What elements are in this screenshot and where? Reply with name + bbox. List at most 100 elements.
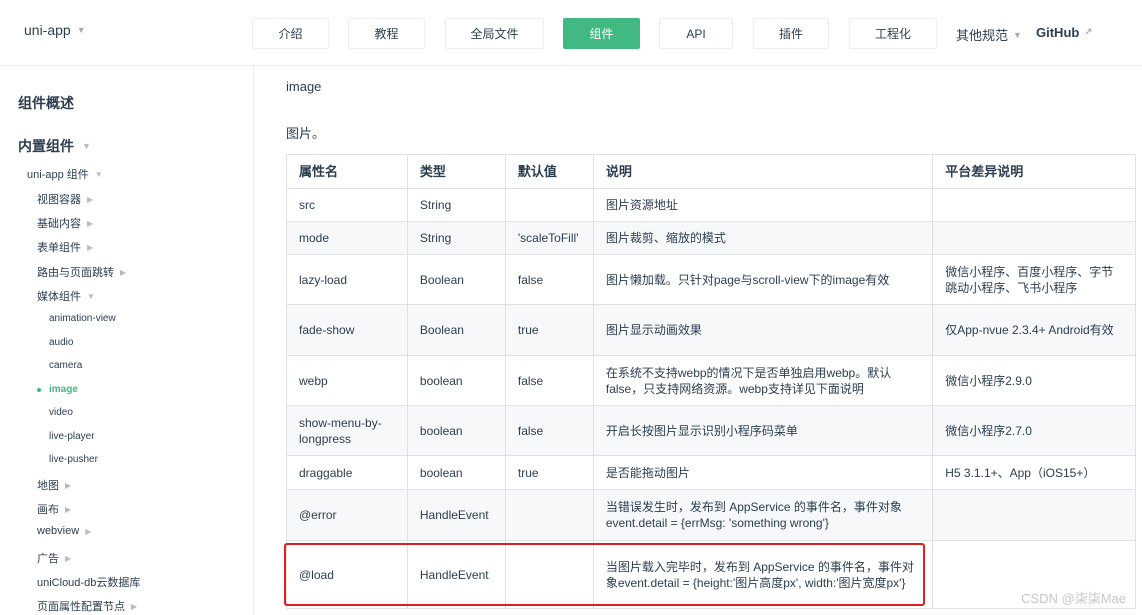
- table-header-row: 属性名 类型 默认值 说明 平台差异说明: [286, 154, 1136, 189]
- cell-platform: 微信小程序2.9.0: [932, 355, 1136, 406]
- chevron-right-icon: ▶: [87, 242, 94, 252]
- table-row: webp boolean false 在系统不支持webp的情况下是否单独启用w…: [286, 355, 1136, 406]
- nav-label: 介绍: [278, 27, 303, 41]
- sidebar-overview[interactable]: 组件概述: [18, 93, 74, 113]
- sidebar-item-video[interactable]: video: [49, 407, 73, 418]
- cell-name: lazy-load: [286, 254, 408, 305]
- cell-description: 图片资源地址: [592, 188, 934, 222]
- sidebar-label: 页面属性配置节点: [37, 601, 125, 613]
- cell-name: src: [286, 188, 408, 222]
- brand-dropdown[interactable]: uni-app ▼: [24, 22, 86, 38]
- cell-description: 图片裁剪、缩放的模式: [592, 221, 934, 255]
- top-navbar: uni-app ▼ 介绍 教程 全局文件 组件 API 插件 工程化 其他规范 …: [0, 0, 1142, 66]
- sidebar-item-live-player[interactable]: live-player: [49, 431, 95, 442]
- table-row: lazy-load Boolean false 图片懒加载。只针对page与sc…: [286, 254, 1136, 305]
- cell-type: String: [406, 221, 506, 255]
- chevron-down-icon: ▼: [94, 169, 103, 179]
- table-row: mode String 'scaleToFill' 图片裁剪、缩放的模式: [286, 221, 1136, 255]
- chevron-right-icon: ▶: [65, 553, 72, 563]
- sidebar-item-canvas[interactable]: 画布 ▶: [37, 501, 71, 517]
- nav-global-files[interactable]: 全局文件: [445, 18, 544, 49]
- sidebar-item-basic-content[interactable]: 基础内容 ▶: [37, 215, 93, 231]
- table-row: src String 图片资源地址: [286, 188, 1136, 222]
- sidebar-item-navigation[interactable]: 路由与页面跳转 ▶: [37, 264, 126, 280]
- sidebar-label: 表单组件: [37, 242, 81, 254]
- table-row: fade-show Boolean true 图片显示动画效果 仅App-nvu…: [286, 304, 1136, 356]
- nav-label: 组件: [589, 27, 614, 41]
- column-header-type: 类型: [406, 154, 506, 189]
- sidebar-item-media[interactable]: 媒体组件 ▼: [37, 288, 95, 304]
- sidebar-label: 地图: [37, 480, 59, 492]
- nav-api[interactable]: API: [659, 18, 733, 49]
- nav-label: 教程: [374, 27, 399, 41]
- chevron-right-icon: ▶: [120, 267, 127, 277]
- nav-label: 其他规范: [956, 28, 1009, 43]
- nav-tutorial[interactable]: 教程: [348, 18, 425, 49]
- sidebar-label: 内置组件: [18, 138, 74, 154]
- nav-engineering[interactable]: 工程化: [849, 18, 937, 49]
- sidebar-item-unicloud-db[interactable]: uniCloud-db云数据库: [37, 574, 140, 590]
- column-header-description: 说明: [592, 154, 934, 189]
- sidebar-item-form[interactable]: 表单组件 ▶: [37, 239, 93, 255]
- cell-type: boolean: [406, 455, 506, 490]
- cell-description: 在系统不支持webp的情况下是否单独启用webp。默认false，只支持网络资源…: [592, 355, 934, 406]
- sidebar-label: uniCloud-db云数据库: [37, 577, 141, 589]
- active-dot-icon: [37, 388, 41, 392]
- sidebar-item-camera[interactable]: camera: [49, 360, 82, 371]
- cell-default: [504, 489, 594, 541]
- cell-default: 'scaleToFill': [504, 221, 594, 255]
- chevron-right-icon: ▶: [87, 194, 94, 204]
- cell-default: [504, 540, 594, 609]
- cell-default: true: [504, 304, 594, 356]
- nav-other-spec[interactable]: 其他规范 ▼: [956, 25, 1022, 44]
- table-row: @error HandleEvent 当错误发生时，发布到 AppService…: [286, 489, 1136, 541]
- sidebar-item-audio[interactable]: audio: [49, 337, 73, 348]
- chevron-right-icon: ▶: [65, 480, 72, 490]
- cell-default: [504, 188, 594, 222]
- cell-platform: [932, 188, 1136, 222]
- sidebar-label: 画布: [37, 504, 59, 516]
- cell-name: fade-show: [286, 304, 408, 356]
- nav-label: GitHub: [1036, 25, 1080, 40]
- sidebar-item-page-meta[interactable]: 页面属性配置节点 ▶: [37, 598, 137, 614]
- sidebar-label: 组件概述: [18, 95, 74, 111]
- chevron-right-icon: ▶: [87, 218, 94, 228]
- cell-description: 开启长按图片显示识别小程序码菜单: [592, 405, 934, 456]
- nav-github[interactable]: GitHub ↗: [1036, 25, 1093, 40]
- cell-default: false: [504, 254, 594, 305]
- sidebar-item-map[interactable]: 地图 ▶: [37, 477, 71, 493]
- cell-type: boolean: [406, 405, 506, 456]
- sidebar-builtin[interactable]: 内置组件 ▼: [18, 136, 91, 156]
- sidebar-item-ad[interactable]: 广告 ▶: [37, 550, 71, 566]
- sidebar-label: webview: [37, 525, 80, 537]
- sidebar-item-animation-view[interactable]: animation-view: [49, 313, 116, 324]
- nav-intro[interactable]: 介绍: [252, 18, 329, 49]
- cell-description: 图片显示动画效果: [592, 304, 934, 356]
- table-row: draggable boolean true 是否能拖动图片 H5 3.1.1+…: [286, 455, 1136, 490]
- sidebar-item-webview[interactable]: webview ▶: [37, 525, 91, 537]
- sidebar-item-image[interactable]: image: [49, 384, 78, 395]
- sidebar-uniapp-components[interactable]: uni-app 组件 ▼: [27, 166, 103, 182]
- cell-description: 当错误发生时，发布到 AppService 的事件名，事件对象event.det…: [592, 489, 934, 541]
- cell-default: false: [504, 355, 594, 406]
- table-row: @load HandleEvent 当图片载入完毕时，发布到 AppServic…: [286, 540, 1136, 609]
- cell-description: 当图片载入完毕时，发布到 AppService 的事件名，事件对象event.d…: [592, 540, 934, 609]
- sidebar-item-view-container[interactable]: 视图容器 ▶: [37, 191, 93, 207]
- sidebar-label: 基础内容: [37, 218, 81, 230]
- cell-name: mode: [286, 221, 408, 255]
- cell-name: @load: [286, 540, 408, 609]
- sidebar-item-live-pusher[interactable]: live-pusher: [49, 454, 98, 465]
- cell-platform: 微信小程序、百度小程序、字节跳动小程序、飞书小程序: [932, 254, 1136, 305]
- chevron-right-icon: ▶: [65, 504, 72, 514]
- cell-type: boolean: [406, 355, 506, 406]
- cell-platform: [932, 489, 1136, 541]
- brand-label: uni-app: [24, 22, 71, 38]
- page-title: image: [286, 79, 322, 94]
- column-header-default: 默认值: [504, 154, 594, 189]
- cell-platform: [932, 221, 1136, 255]
- nav-plugins[interactable]: 插件: [753, 18, 829, 49]
- nav-components[interactable]: 组件: [563, 18, 640, 49]
- sidebar-label: uni-app 组件: [27, 169, 89, 181]
- sidebar-label: 广告: [37, 553, 59, 565]
- cell-platform: 仅App-nvue 2.3.4+ Android有效: [932, 304, 1136, 356]
